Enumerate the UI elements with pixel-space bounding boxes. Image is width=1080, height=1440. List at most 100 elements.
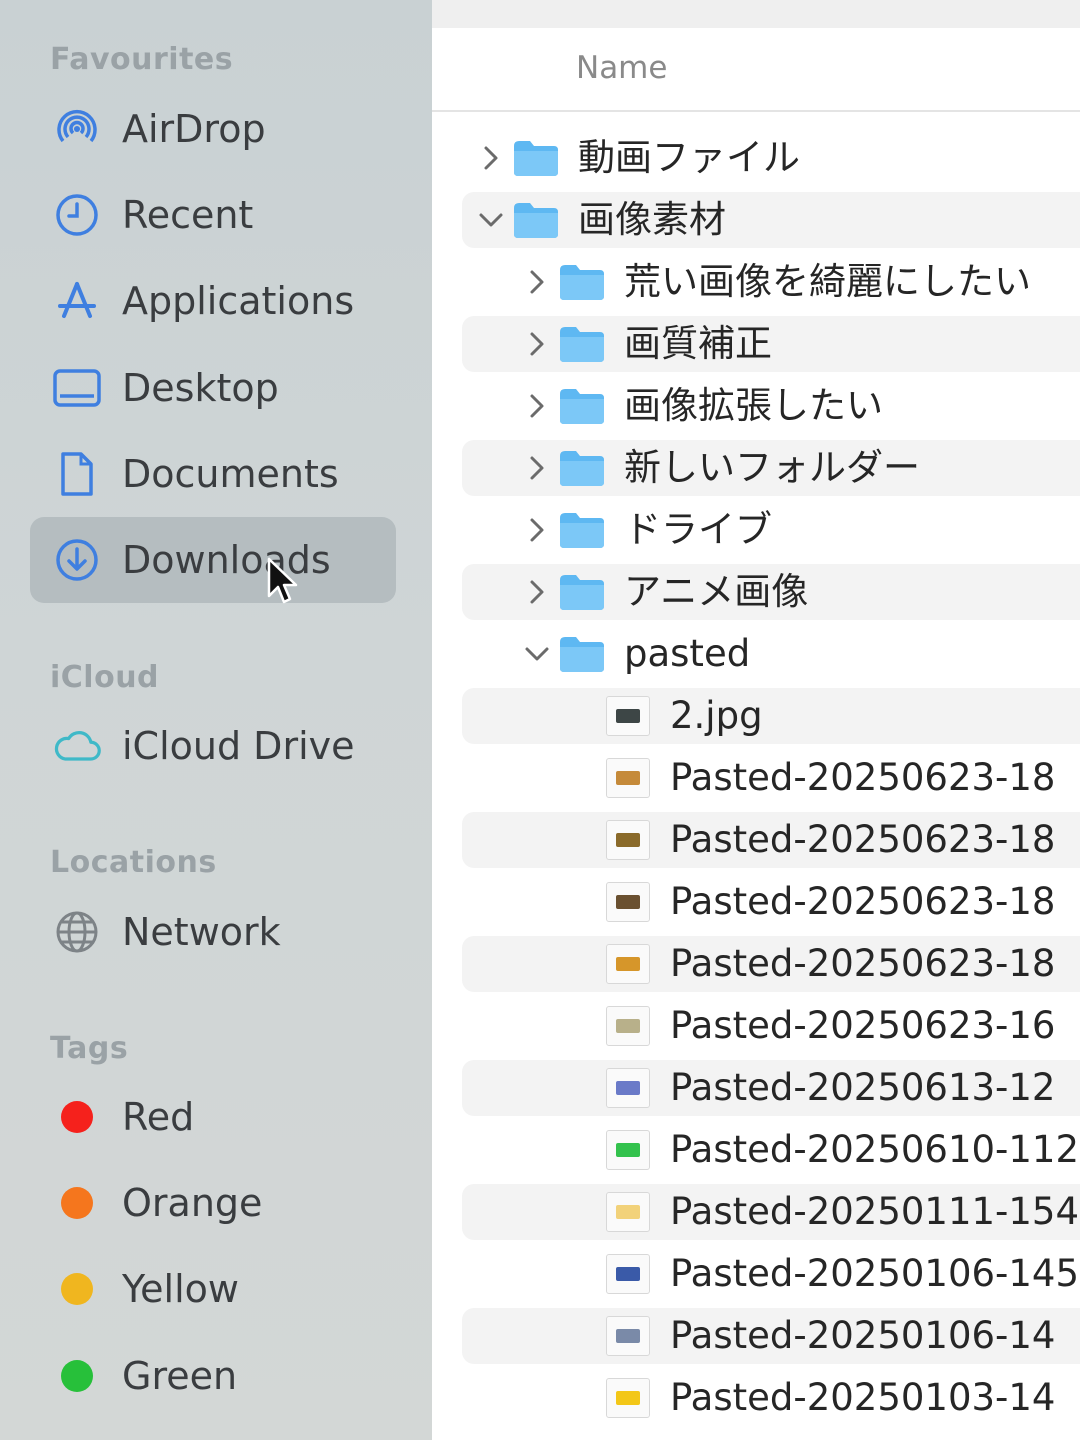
tag-label: Red xyxy=(122,1095,195,1139)
tag-label: Green xyxy=(122,1354,238,1398)
folder-row[interactable]: 画像拡張したい xyxy=(462,378,1080,434)
folder-row[interactable]: 荒い画像を綺麗にしたい xyxy=(462,254,1080,310)
disclosure-chevron-right-icon[interactable] xyxy=(522,254,552,310)
file-name: Pasted-20250111-154 xyxy=(670,1190,1080,1233)
sidebar-item-label: iCloud Drive xyxy=(122,724,355,768)
tag-yellow[interactable]: Yellow xyxy=(30,1246,396,1332)
file-name: 動画ファイル xyxy=(578,136,800,179)
globe-icon xyxy=(52,909,102,955)
file-row[interactable]: Pasted-20250103-14 xyxy=(462,1370,1080,1426)
file-name: Pasted-20250623-18 xyxy=(670,880,1056,923)
file-name: Pasted-20250106-145 xyxy=(670,1252,1080,1295)
folder-row[interactable]: 動画ファイル xyxy=(462,130,1080,186)
folder-row[interactable]: 画像素材 xyxy=(462,192,1080,248)
disclosure-chevron-right-icon[interactable] xyxy=(522,564,552,620)
file-name: 画質補正 xyxy=(624,322,772,365)
green-tag-icon xyxy=(52,1353,102,1399)
file-row[interactable]: Pasted-20250623-18 xyxy=(462,750,1080,806)
file-name: 画像素材 xyxy=(578,198,726,241)
disclosure-chevron-right-icon[interactable] xyxy=(522,378,552,434)
tags-header: Tags xyxy=(50,1031,129,1066)
file-name: 画像拡張したい xyxy=(624,384,883,427)
folder-row[interactable]: アニメ画像 xyxy=(462,564,1080,620)
file-name: Pasted-20250623-18 xyxy=(670,756,1056,799)
image-file-icon xyxy=(604,756,652,800)
file-list-pane: Name 動画ファイル 画像素材荒い画像を綺麗にしたい画質補正画像拡張したい 新しい… xyxy=(432,0,1080,1440)
sidebar-item-label: AirDrop xyxy=(122,107,266,151)
sidebar-item-network[interactable]: Network xyxy=(30,889,396,975)
tag-red[interactable]: Red xyxy=(30,1074,396,1160)
file-name: Pasted-20250103-14 xyxy=(670,1376,1056,1419)
image-file-icon xyxy=(604,1066,652,1110)
image-file-icon xyxy=(604,880,652,924)
sidebar-item-documents[interactable]: Documents xyxy=(30,431,396,517)
file-name: Pasted-20250610-112 xyxy=(670,1128,1080,1171)
locations-header: Locations xyxy=(50,845,217,880)
toolbar-strip xyxy=(432,0,1080,28)
file-name: Pasted-20250623-18 xyxy=(670,942,1056,985)
sidebar-item-label: Desktop xyxy=(122,366,279,410)
folder-row[interactable]: 画質補正 xyxy=(462,316,1080,372)
folder-icon xyxy=(558,508,606,552)
file-row[interactable]: Pasted-20250623-18 xyxy=(462,936,1080,992)
desktop-icon xyxy=(52,365,102,411)
file-row[interactable]: Pasted-20250623-16 xyxy=(462,998,1080,1054)
sidebar-item-icloud-drive[interactable]: iCloud Drive xyxy=(30,703,396,789)
disclosure-chevron-right-icon[interactable] xyxy=(522,316,552,372)
image-file-icon xyxy=(604,1004,652,1048)
tag-green[interactable]: Green xyxy=(30,1333,396,1419)
column-header-name[interactable]: Name xyxy=(432,28,1080,112)
folder-icon xyxy=(512,198,560,242)
sidebar-item-label: Documents xyxy=(122,452,339,496)
disclosure-chevron-right-icon[interactable] xyxy=(476,130,506,186)
file-row[interactable]: Pasted-20250613-12 xyxy=(462,1060,1080,1116)
file-row[interactable]: Pasted-20250106-14 xyxy=(462,1308,1080,1364)
folder-row[interactable]: 新しいフォルダー xyxy=(462,440,1080,496)
image-file-icon xyxy=(604,942,652,986)
sidebar-item-label: Applications xyxy=(122,279,355,323)
image-file-icon xyxy=(604,1190,652,1234)
file-name: 2.jpg xyxy=(670,694,763,737)
folder-icon xyxy=(512,136,560,180)
tag-label: Yellow xyxy=(122,1267,239,1311)
tag-orange[interactable]: Orange xyxy=(30,1160,396,1246)
folder-row[interactable]: ドライブ xyxy=(462,502,1080,558)
image-file-icon xyxy=(604,1314,652,1358)
file-name: pasted xyxy=(624,632,751,675)
clock-icon xyxy=(52,192,102,238)
sidebar-item-desktop[interactable]: Desktop xyxy=(30,345,396,431)
sidebar-item-recent[interactable]: Recent xyxy=(30,172,396,258)
airdrop-icon xyxy=(52,106,102,152)
file-row[interactable]: 2.jpg xyxy=(462,688,1080,744)
red-tag-icon xyxy=(52,1094,102,1140)
sidebar: Favourites AirDrop Recent Applications D… xyxy=(0,0,432,1440)
file-name: Pasted-20250106-14 xyxy=(670,1314,1056,1357)
file-name: アニメ画像 xyxy=(624,570,809,613)
orange-tag-icon xyxy=(52,1180,102,1226)
sidebar-item-label: Network xyxy=(122,910,281,954)
folder-row[interactable]: pasted xyxy=(462,626,1080,682)
folder-icon xyxy=(558,260,606,304)
disclosure-chevron-down-icon[interactable] xyxy=(476,192,506,248)
document-icon xyxy=(52,451,102,497)
sidebar-item-downloads[interactable]: Downloads xyxy=(30,517,396,603)
file-row[interactable]: Pasted-20250111-154 xyxy=(462,1184,1080,1240)
download-icon xyxy=(52,537,102,583)
sidebar-item-label: Recent xyxy=(122,193,254,237)
file-name: 新しいフォルダー xyxy=(624,446,920,489)
image-file-icon xyxy=(604,1376,652,1420)
file-row[interactable]: Pasted-20250610-112 xyxy=(462,1122,1080,1178)
file-name: ドライブ xyxy=(624,508,772,551)
image-file-icon xyxy=(604,1252,652,1296)
file-row[interactable]: Pasted-20250106-145 xyxy=(462,1246,1080,1302)
file-row[interactable]: Pasted-20250623-18 xyxy=(462,874,1080,930)
sidebar-item-airdrop[interactable]: AirDrop xyxy=(30,86,396,172)
disclosure-chevron-right-icon[interactable] xyxy=(522,440,552,496)
sidebar-item-applications[interactable]: Applications xyxy=(30,258,396,344)
disclosure-chevron-right-icon[interactable] xyxy=(522,502,552,558)
disclosure-chevron-down-icon[interactable] xyxy=(522,626,552,682)
favourites-header: Favourites xyxy=(50,42,234,77)
file-row[interactable]: Pasted-20250623-18 xyxy=(462,812,1080,868)
file-name: Pasted-20250613-12 xyxy=(670,1066,1056,1109)
icloud-header: iCloud xyxy=(50,660,160,695)
